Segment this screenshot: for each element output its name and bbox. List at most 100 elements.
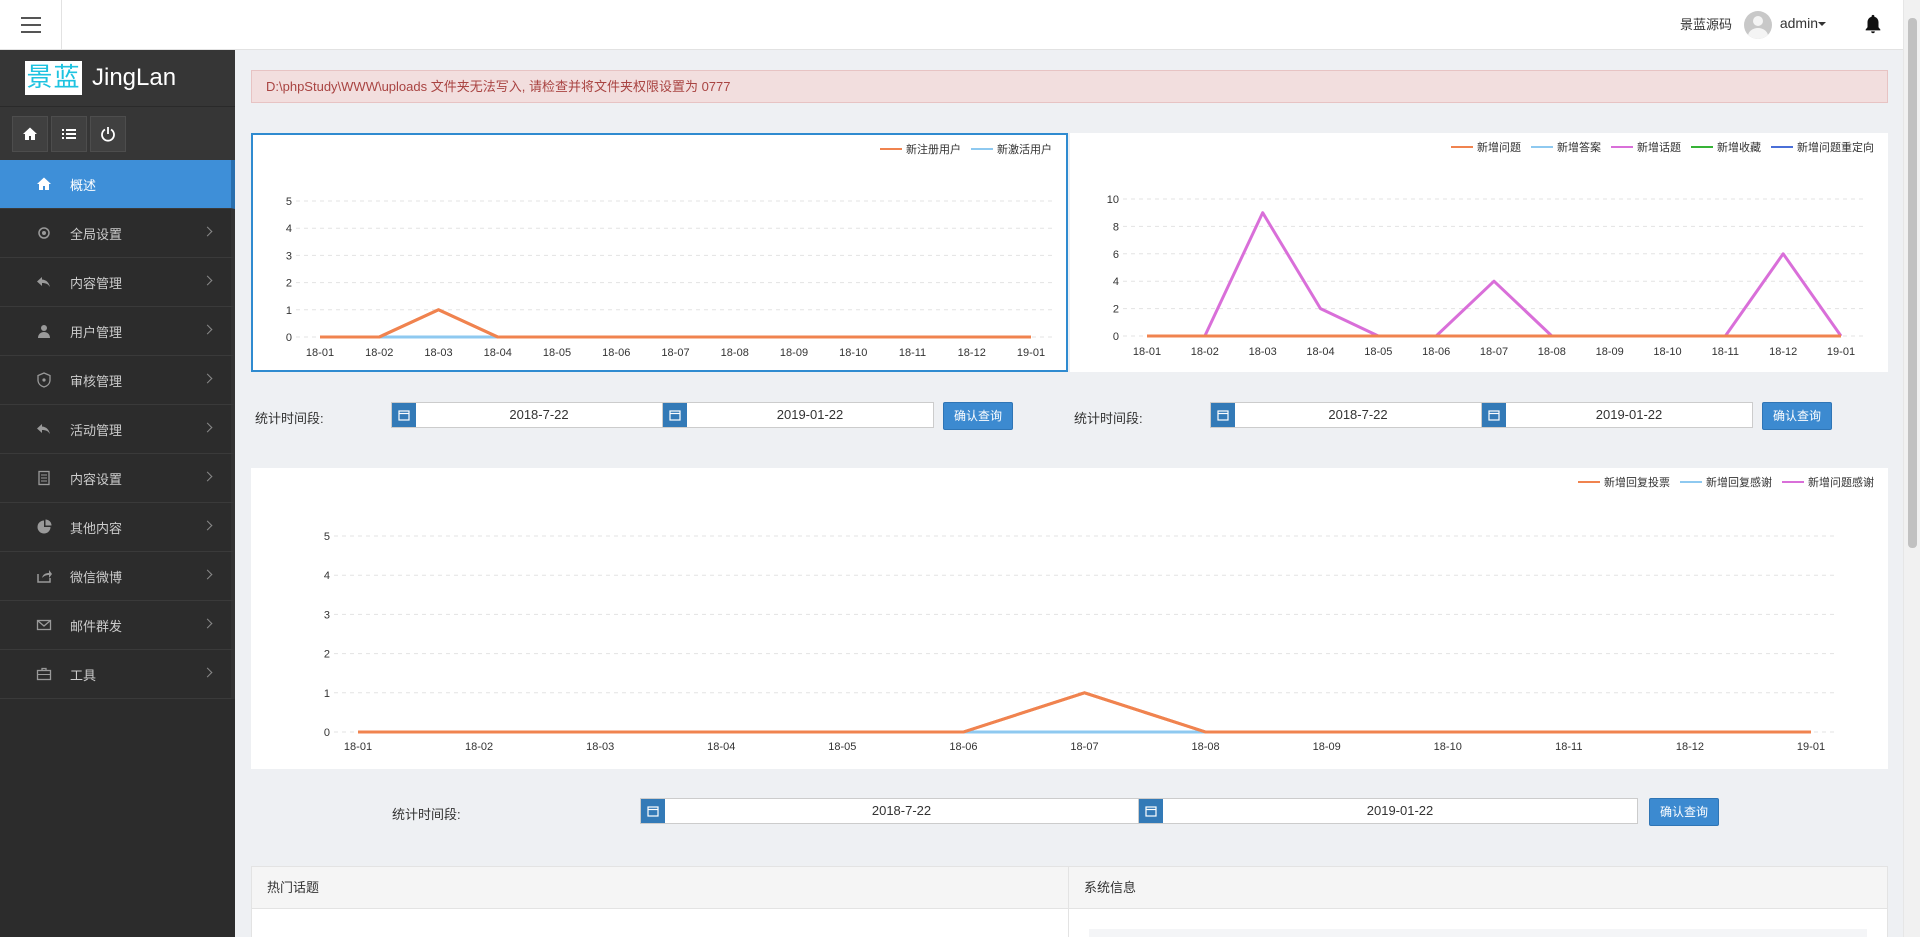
series-line — [358, 691, 1811, 734]
y-tick-label: 6 — [1113, 249, 1119, 261]
power-icon — [101, 126, 115, 142]
end-date-field[interactable]: 2019-01-22 — [1138, 798, 1638, 824]
legend-label: 新增问题 — [1477, 142, 1521, 154]
confirm-query-button[interactable]: 确认查询 — [1762, 402, 1832, 430]
x-tick-label: 18-10 — [839, 347, 867, 359]
legend-item[interactable]: 新增回复感谢 — [1680, 474, 1772, 490]
x-tick-label: 18-11 — [899, 347, 926, 359]
x-tick-label: 18-04 — [707, 741, 735, 753]
x-tick-label: 18-06 — [949, 741, 977, 753]
x-tick-label: 18-01 — [344, 741, 372, 753]
sidebar-item-label: 全局设置 — [70, 226, 123, 242]
y-tick-label: 3 — [286, 250, 292, 262]
sidebar-item[interactable]: 审核管理 — [0, 356, 235, 405]
sidebar-item[interactable]: 工具 — [0, 650, 235, 699]
query-row-3: 统计时间段: 2018-7-22 2019-01-22 确认查询 — [0, 798, 1920, 826]
calendar-icon[interactable] — [1482, 403, 1506, 427]
legend-item[interactable]: 新增问题重定向 — [1771, 139, 1874, 155]
y-tick-label: 0 — [324, 727, 330, 739]
x-tick-label: 18-07 — [1480, 346, 1508, 358]
x-tick-label: 18-09 — [1313, 741, 1341, 753]
end-date-field[interactable]: 2019-01-22 — [1481, 402, 1753, 428]
legend-swatch — [1531, 146, 1553, 148]
x-tick-label: 18-07 — [661, 347, 689, 359]
sidebar-item-label: 其他内容 — [70, 520, 123, 536]
start-date-value[interactable]: 2018-7-22 — [1235, 403, 1481, 427]
start-date-value[interactable]: 2018-7-22 — [665, 799, 1138, 823]
sidebar-item[interactable]: 其他内容 — [0, 503, 235, 552]
sidebar-item[interactable]: 概述 — [0, 160, 235, 209]
legend-swatch — [1680, 481, 1702, 483]
reply-arrow-icon — [36, 274, 52, 290]
x-tick-label: 18-11 — [1712, 346, 1739, 358]
calendar-icon[interactable] — [1139, 799, 1163, 823]
calendar-icon[interactable] — [1211, 403, 1235, 427]
sidebar-item[interactable]: 内容设置 — [0, 454, 235, 503]
home-shortcut-button[interactable] — [12, 115, 48, 152]
start-date-field[interactable]: 2018-7-22 — [640, 798, 1139, 824]
y-tick-label: 4 — [324, 570, 330, 582]
top-navbar: 景蓝源码 admin — [0, 0, 1920, 50]
sidebar-item[interactable]: 全局设置 — [0, 209, 235, 258]
gear-icon — [36, 225, 52, 241]
x-tick-label: 18-09 — [1596, 346, 1624, 358]
x-tick-label: 19-01 — [1017, 347, 1045, 359]
x-tick-label: 18-10 — [1653, 346, 1681, 358]
user-menu-toggle[interactable]: admin — [1780, 15, 1818, 31]
series-line — [358, 691, 1811, 734]
sidebar-item[interactable]: 内容管理 — [0, 258, 235, 307]
legend-item[interactable]: 新激活用户 — [971, 141, 1052, 157]
chart-legend: 新增问题 新增答案 新增话题 新增收藏 新增问题重定向 — [1451, 139, 1874, 155]
avatar[interactable] — [1744, 11, 1772, 39]
end-date-value[interactable]: 2019-01-22 — [1506, 403, 1752, 427]
y-tick-label: 0 — [1113, 331, 1119, 343]
menu-toggle-button[interactable] — [0, 0, 62, 50]
x-tick-label: 18-12 — [1676, 741, 1704, 753]
x-tick-label: 18-03 — [1249, 346, 1277, 358]
legend-label: 新增收藏 — [1717, 142, 1761, 154]
start-date-field[interactable]: 2018-7-22 — [1210, 402, 1482, 428]
sidebar-item-label: 概述 — [70, 177, 97, 193]
x-tick-label: 18-08 — [1538, 346, 1566, 358]
hot-topics-panel: 热门话题 — [251, 866, 1069, 937]
x-tick-label: 18-08 — [721, 347, 749, 359]
brand-name: JingLan — [92, 64, 177, 91]
share-icon — [36, 568, 52, 584]
confirm-query-button[interactable]: 确认查询 — [1649, 798, 1719, 826]
legend-item[interactable]: 新增答案 — [1531, 139, 1601, 155]
x-tick-label: 18-06 — [602, 347, 630, 359]
page-scrollbar[interactable] — [1903, 0, 1920, 937]
sidebar-item[interactable]: 微信微博 — [0, 552, 235, 601]
calendar-icon[interactable] — [641, 799, 665, 823]
x-tick-label: 19-01 — [1797, 741, 1825, 753]
sidebar-item[interactable]: 用户管理 — [0, 307, 235, 356]
legend-item[interactable]: 新注册用户 — [880, 141, 961, 157]
chevron-right-icon — [202, 569, 213, 580]
end-date-value[interactable]: 2019-01-22 — [1163, 799, 1637, 823]
site-name: 景蓝源码 — [1679, 17, 1732, 32]
logout-shortcut-button[interactable] — [90, 115, 126, 152]
chart-legend: 新注册用户 新激活用户 — [880, 141, 1052, 157]
line-chart: 0 1 2 3 4 5 18-01 18-02 18-03 18-04 18-05 18-06 18-0… — [286, 196, 1055, 359]
legend-item[interactable]: 新增回复投票 — [1578, 474, 1670, 490]
x-tick-label: 18-02 — [465, 741, 493, 753]
scrollbar-thumb[interactable] — [1908, 18, 1917, 548]
x-tick-label: 18-09 — [780, 347, 808, 359]
x-tick-label: 18-08 — [1192, 741, 1220, 753]
x-tick-label: 18-06 — [1422, 346, 1450, 358]
list-shortcut-button[interactable] — [51, 115, 87, 152]
legend-item[interactable]: 新增问题 — [1451, 139, 1521, 155]
home-icon — [36, 176, 52, 192]
legend-item[interactable]: 新增问题感谢 — [1782, 474, 1874, 490]
legend-item[interactable]: 新增收藏 — [1691, 139, 1761, 155]
x-tick-label: 18-11 — [1555, 741, 1582, 753]
shortcut-bar — [0, 106, 235, 160]
bell-icon[interactable] — [1862, 13, 1884, 35]
caret-down-icon[interactable] — [1818, 22, 1826, 26]
x-tick-label: 18-07 — [1070, 741, 1098, 753]
legend-item[interactable]: 新增话题 — [1611, 139, 1681, 155]
sidebar-item-label: 内容设置 — [70, 471, 123, 487]
sidebar-item[interactable]: 邮件群发 — [0, 601, 235, 650]
series-line — [320, 308, 1031, 339]
pie-icon — [36, 519, 52, 535]
